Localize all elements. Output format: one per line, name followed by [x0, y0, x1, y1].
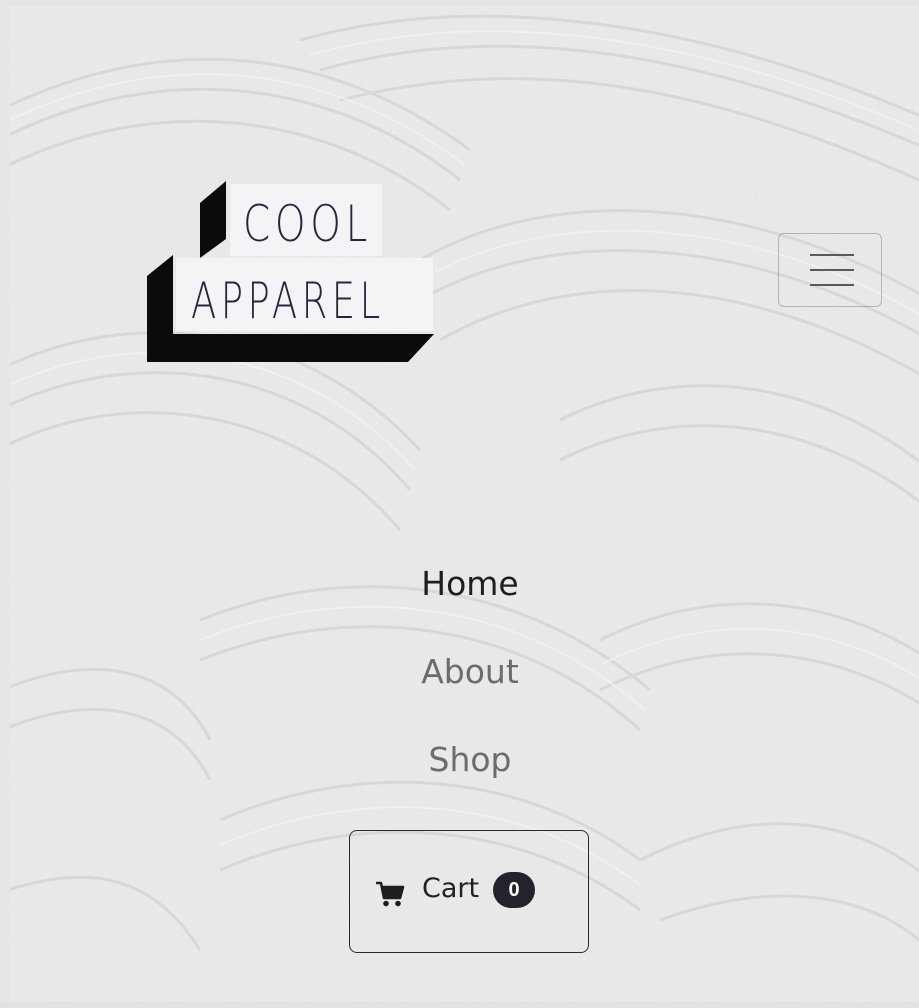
- logo-text-line1: COOL: [243, 195, 373, 253]
- page-frame: COOL APPAREL Home About Shop Cart 0: [0, 0, 919, 1008]
- left-edge: [0, 0, 10, 1008]
- main-nav: Home About Shop: [330, 540, 610, 804]
- shopping-cart-icon: [376, 881, 405, 907]
- navbar-toggle-button[interactable]: [778, 233, 882, 307]
- top-edge: [0, 0, 919, 6]
- cart-count-badge: 0: [493, 872, 535, 908]
- nav-link-home[interactable]: Home: [330, 540, 610, 628]
- bottom-edge: [0, 1002, 919, 1008]
- cart-button[interactable]: Cart 0: [349, 830, 589, 953]
- logo-text-line2: APPAREL: [191, 272, 385, 330]
- cart-label: Cart: [422, 873, 480, 904]
- nav-link-about[interactable]: About: [330, 628, 610, 716]
- brand-logo[interactable]: COOL APPAREL: [147, 181, 437, 363]
- nav-link-shop[interactable]: Shop: [330, 716, 610, 804]
